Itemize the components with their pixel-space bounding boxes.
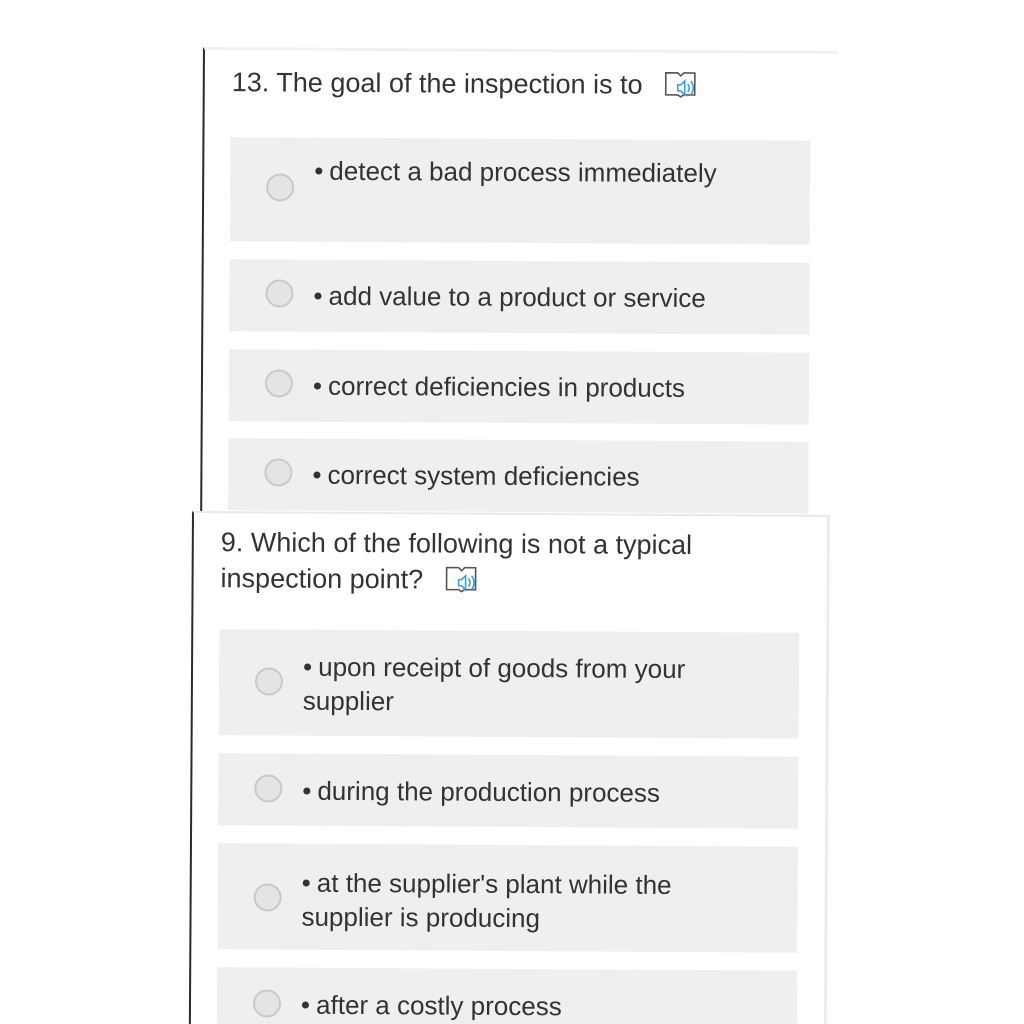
answer-option[interactable]: • detect a bad process immediately bbox=[229, 137, 811, 245]
answer-option[interactable]: • add value to a product or service bbox=[229, 259, 810, 335]
option-label: • correct deficiencies in products bbox=[312, 370, 686, 403]
read-aloud-icon[interactable] bbox=[664, 69, 698, 101]
option-label: • after a costly process bbox=[300, 989, 562, 1022]
option-label: • detect a bad process immediately bbox=[314, 155, 717, 189]
radio-button[interactable] bbox=[254, 774, 283, 803]
radio-button[interactable] bbox=[266, 173, 295, 202]
question-text: The goal of the inspection is to bbox=[276, 67, 643, 100]
answer-option[interactable]: • correct system deficiencies bbox=[228, 438, 809, 514]
radio-button[interactable] bbox=[252, 989, 282, 1018]
question-number: 9. bbox=[220, 527, 244, 558]
question-number: 13. bbox=[231, 67, 270, 98]
option-label: • correct system deficiencies bbox=[312, 459, 640, 492]
screenshot-stage: 13. The goal of the inspection is to • de… bbox=[0, 0, 1024, 1024]
radio-button[interactable] bbox=[253, 883, 282, 912]
option-label: • add value to a product or service bbox=[313, 280, 706, 314]
answer-option[interactable]: • at the supplier's plant while the suppl… bbox=[217, 843, 798, 953]
question-9-title: 9. Which of the following is not a typic… bbox=[220, 524, 780, 599]
answer-option[interactable]: • during the production process bbox=[218, 753, 799, 829]
radio-button[interactable] bbox=[254, 667, 284, 696]
question-13-title: 13. The goal of the inspection is to bbox=[232, 64, 792, 103]
question-9-card: 9. Which of the following is not a typic… bbox=[188, 511, 830, 1024]
radio-button[interactable] bbox=[265, 279, 294, 308]
option-label: • at the supplier's plant while the suppl… bbox=[301, 867, 672, 934]
option-label: • upon receipt of goods from your supplie… bbox=[302, 651, 686, 717]
answer-option[interactable]: • upon receipt of goods from your supplie… bbox=[218, 629, 800, 739]
option-label: • during the production process bbox=[302, 775, 661, 808]
read-aloud-icon[interactable] bbox=[445, 564, 479, 596]
answer-option[interactable]: • correct deficiencies in products bbox=[228, 349, 810, 425]
question-13-card: 13. The goal of the inspection is to • de… bbox=[200, 47, 838, 519]
radio-button[interactable] bbox=[264, 369, 294, 398]
radio-button[interactable] bbox=[264, 458, 293, 487]
answer-option[interactable]: • after a costly process bbox=[216, 967, 798, 1024]
